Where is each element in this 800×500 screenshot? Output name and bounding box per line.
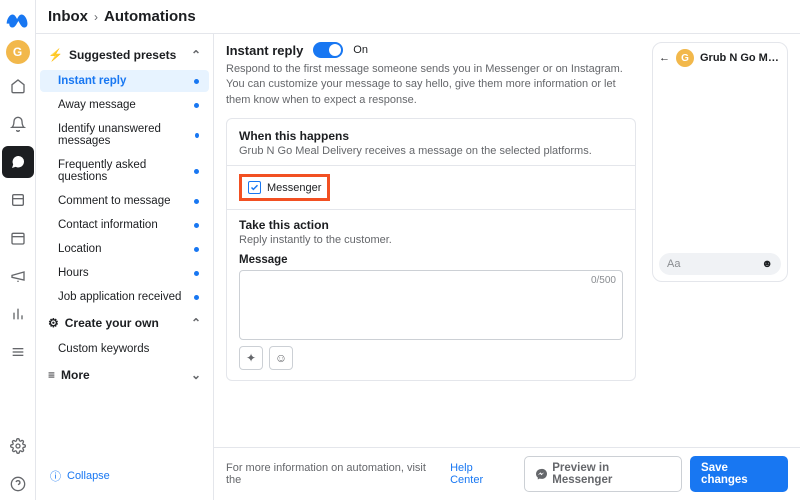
status-dot: [194, 103, 199, 108]
page-name: Grub N Go M…: [700, 52, 781, 64]
status-dot: [194, 271, 199, 276]
sidebar-item-label: Frequently asked questions: [58, 159, 194, 183]
status-dot: [194, 199, 199, 204]
personalize-button[interactable]: ✦: [239, 346, 263, 370]
settings-icon[interactable]: [2, 430, 34, 462]
save-changes-button[interactable]: Save changes: [690, 456, 788, 492]
platform-messenger-highlight: Messenger: [239, 174, 330, 201]
insights-icon[interactable]: [2, 298, 34, 330]
list-icon: ≡: [48, 368, 55, 382]
collapse-sidebar-button[interactable]: ⓘ Collapse: [50, 468, 199, 484]
info-icon: ⓘ: [50, 468, 61, 484]
chevron-right-icon: ›: [94, 10, 98, 24]
phone-input: Aa ☻: [659, 253, 781, 275]
section-more[interactable]: ≡ More ⌄: [40, 362, 209, 388]
sparkle-icon: ✦: [246, 351, 256, 365]
posts-icon[interactable]: [2, 184, 34, 216]
inbox-icon[interactable]: [2, 146, 34, 178]
breadcrumb-current: Automations: [104, 8, 196, 25]
sidebar-item-label: Custom keywords: [58, 343, 149, 355]
sidebar-item-away-message[interactable]: Away message: [40, 94, 209, 116]
panel-footer: For more information on automation, visi…: [214, 447, 800, 500]
customize-icon: ⚙: [48, 316, 59, 330]
platform-label: Messenger: [267, 182, 321, 194]
all-tools-icon[interactable]: [2, 336, 34, 368]
section-label: More: [61, 368, 90, 382]
chevron-up-icon: ⌃: [191, 48, 201, 62]
sidebar-item-label: Comment to message: [58, 195, 171, 207]
meta-logo: [5, 8, 31, 34]
page-avatar: G: [676, 49, 694, 67]
breadcrumb-bar: Inbox › Automations: [36, 0, 800, 34]
input-placeholder: Aa: [667, 258, 680, 270]
automation-title: Instant reply: [226, 43, 303, 58]
sidebar-item-hours[interactable]: Hours: [40, 262, 209, 284]
sidebar-item-unanswered[interactable]: Identify unanswered messages: [40, 118, 209, 152]
collapse-label: Collapse: [67, 470, 110, 482]
status-dot: [194, 169, 199, 174]
preview-pane: ← G Grub N Go M… Aa ☻: [652, 42, 788, 439]
footer-text: For more information on automation, visi…: [226, 462, 442, 486]
section-suggested-presets[interactable]: ⚡ Suggested presets ⌃: [40, 42, 209, 68]
help-center-link[interactable]: Help Center: [450, 462, 508, 486]
emoji-button[interactable]: ☺: [269, 346, 293, 370]
back-arrow-icon[interactable]: ←: [659, 52, 670, 64]
sidebar-item-label: Job application received: [58, 291, 181, 303]
save-btn-label: Save changes: [701, 462, 777, 486]
calendar-icon[interactable]: [2, 222, 34, 254]
left-rail: G: [0, 0, 36, 500]
action-subtext: Reply instantly to the customer.: [239, 234, 623, 246]
status-dot: [195, 133, 199, 138]
section-create-your-own[interactable]: ⚙ Create your own ⌃: [40, 310, 209, 336]
sidebar-item-job-application[interactable]: Job application received: [40, 286, 209, 308]
automation-description: Respond to the first message someone sen…: [226, 62, 636, 108]
sidebar-item-label: Instant reply: [58, 75, 126, 87]
messenger-icon: [535, 468, 547, 480]
message-label: Message: [239, 254, 623, 266]
char-counter: 0/500: [591, 275, 616, 286]
ads-icon[interactable]: [2, 260, 34, 292]
preview-btn-label: Preview in Messenger: [552, 462, 671, 486]
preview-messenger-button[interactable]: Preview in Messenger: [524, 456, 682, 492]
section-label: Create your own: [65, 316, 159, 330]
sidebar-item-instant-reply[interactable]: Instant reply: [40, 70, 209, 92]
message-textarea[interactable]: 0/500: [239, 270, 623, 340]
sidebar-item-label: Away message: [58, 99, 136, 111]
action-heading: Take this action: [239, 218, 623, 232]
phone-preview: ← G Grub N Go M… Aa ☻: [652, 42, 788, 282]
sidebar-item-custom-keywords[interactable]: Custom keywords: [40, 338, 209, 360]
sidebar-item-faq[interactable]: Frequently asked questions: [40, 154, 209, 188]
section-label: Suggested presets: [69, 48, 176, 62]
chevron-down-icon: ⌄: [191, 368, 201, 382]
sidebar-item-comment-to-message[interactable]: Comment to message: [40, 190, 209, 212]
status-dot: [194, 79, 199, 84]
breadcrumb-root[interactable]: Inbox: [48, 8, 88, 25]
messenger-checkbox[interactable]: [248, 181, 261, 194]
sidebar-item-label: Identify unanswered messages: [58, 123, 195, 147]
sidebar-item-location[interactable]: Location: [40, 238, 209, 260]
automation-sidebar: ⚡ Suggested presets ⌃ Instant reply Away…: [36, 34, 214, 500]
avatar-letter: G: [13, 45, 22, 59]
account-avatar[interactable]: G: [6, 40, 30, 64]
chevron-up-icon: ⌃: [191, 316, 201, 330]
when-subtext: Grub N Go Meal Delivery receives a messa…: [239, 145, 623, 157]
enable-toggle[interactable]: [313, 42, 343, 58]
toggle-state-label: On: [353, 44, 368, 56]
notifications-icon[interactable]: [2, 108, 34, 140]
home-icon[interactable]: [2, 70, 34, 102]
sidebar-item-label: Contact information: [58, 219, 158, 231]
help-icon[interactable]: [2, 468, 34, 500]
sidebar-item-label: Hours: [58, 267, 89, 279]
status-dot: [194, 247, 199, 252]
emoji-icon: ☺: [275, 351, 287, 365]
sidebar-item-label: Location: [58, 243, 101, 255]
when-heading: When this happens: [239, 129, 623, 143]
sticker-icon: ☻: [761, 258, 773, 270]
sidebar-item-contact-info[interactable]: Contact information: [40, 214, 209, 236]
bolt-icon: ⚡: [48, 48, 63, 62]
status-dot: [194, 295, 199, 300]
automation-card: When this happens Grub N Go Meal Deliver…: [226, 118, 636, 381]
status-dot: [194, 223, 199, 228]
